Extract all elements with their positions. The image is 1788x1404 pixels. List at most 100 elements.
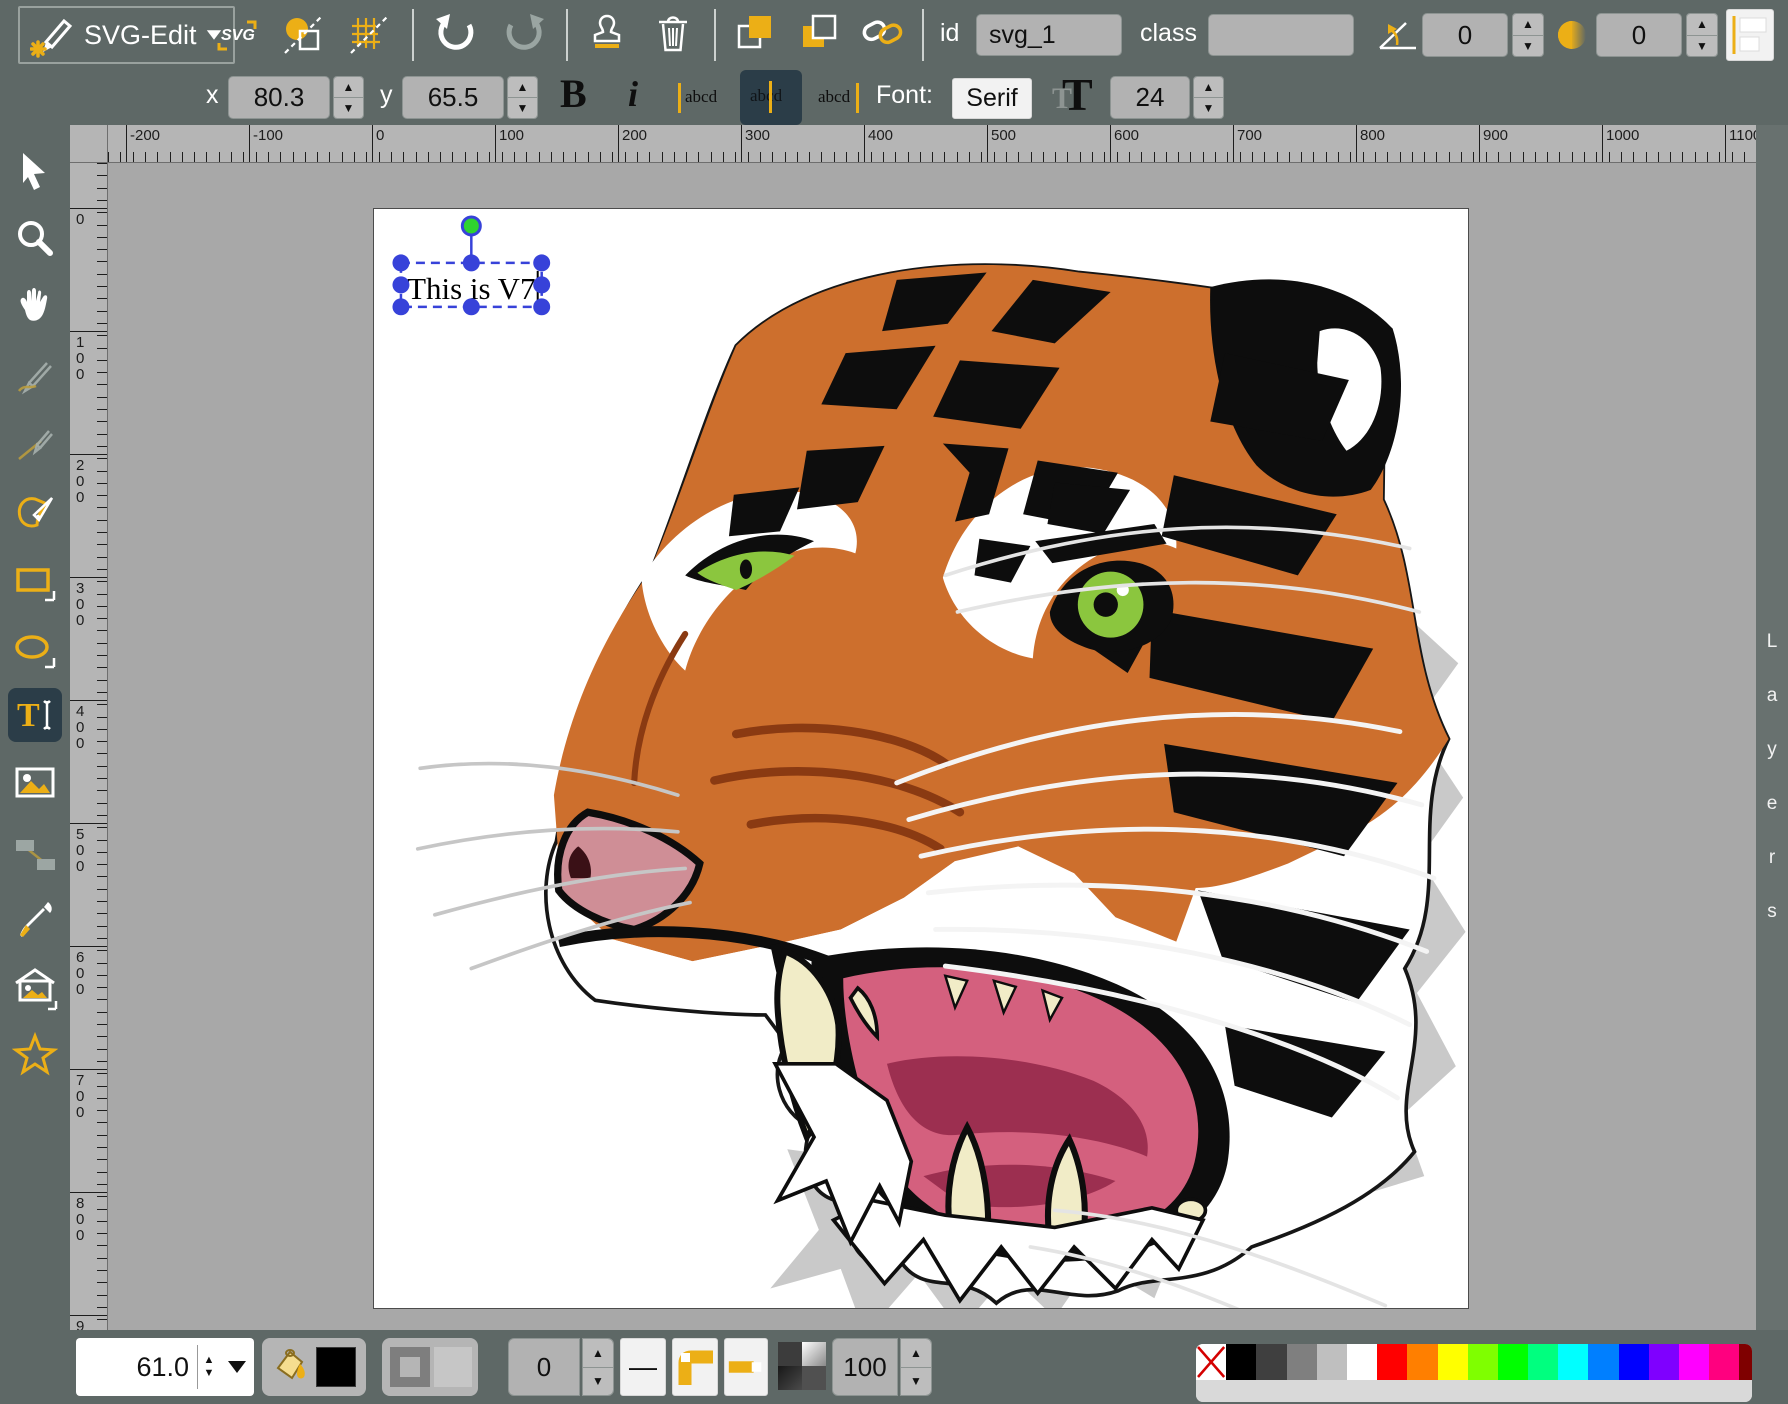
tool-rect[interactable] — [8, 555, 62, 609]
stroke-width-down-button[interactable]: ▼ — [583, 1368, 613, 1396]
tool-path[interactable] — [8, 486, 62, 540]
palette-swatch[interactable] — [1498, 1344, 1528, 1380]
make-link-button[interactable] — [858, 8, 908, 58]
stroke-color-swatch[interactable] — [390, 1347, 430, 1387]
opacity-input[interactable]: 100 — [832, 1338, 898, 1396]
undo-icon — [432, 10, 478, 56]
zoom-spinner[interactable]: ▲▼ — [198, 1354, 220, 1380]
zoom-preset-dropdown[interactable] — [220, 1361, 254, 1373]
y-down-button[interactable]: ▼ — [508, 98, 537, 118]
linecap-button[interactable] — [724, 1338, 768, 1396]
opacity-down-button[interactable]: ▼ — [901, 1368, 931, 1396]
clone-button[interactable] — [582, 8, 632, 58]
italic-button[interactable]: i — [628, 73, 638, 115]
stroke-color-control[interactable] — [382, 1338, 478, 1396]
blur-down-button[interactable]: ▼ — [1687, 36, 1717, 57]
align-panel-button[interactable] — [1726, 9, 1774, 61]
pencil-icon — [13, 355, 57, 399]
blur-up-button[interactable]: ▲ — [1687, 14, 1717, 36]
fill-color-swatch[interactable] — [316, 1347, 356, 1387]
palette-swatch[interactable] — [1558, 1344, 1588, 1380]
stroke-width-up-button[interactable]: ▲ — [583, 1339, 613, 1368]
wireframe-mode-button[interactable] — [278, 10, 328, 60]
palette-swatch[interactable] — [1619, 1344, 1649, 1380]
x-down-button[interactable]: ▼ — [334, 98, 363, 118]
h-ruler-label: 200 — [622, 127, 647, 144]
font-size-input[interactable]: 24 — [1110, 76, 1190, 119]
x-coordinate-input[interactable]: 80.3 — [228, 76, 330, 119]
tool-shape-library[interactable] — [8, 961, 62, 1015]
tool-image[interactable] — [8, 756, 62, 810]
palette-swatch[interactable] — [1709, 1344, 1739, 1380]
element-id-input[interactable] — [976, 14, 1122, 56]
app-title: SVG-Edit — [84, 20, 197, 51]
tool-pencil[interactable] — [8, 350, 62, 404]
layers-title-char: e — [1756, 777, 1788, 831]
stroke-dash-dropdown[interactable]: — — [620, 1338, 666, 1396]
stroke-paint-swatch[interactable] — [434, 1347, 472, 1387]
tool-star[interactable] — [8, 1028, 62, 1082]
tool-ellipse[interactable] — [8, 622, 62, 676]
tool-zoom[interactable] — [8, 212, 62, 266]
palette-swatch[interactable] — [1528, 1344, 1558, 1380]
stroke-width-input[interactable]: 0 — [508, 1338, 580, 1396]
angle-down-button[interactable]: ▼ — [1513, 36, 1543, 57]
bold-button[interactable]: B — [560, 70, 587, 117]
zoom-control[interactable]: 61.0 ▲▼ — [76, 1338, 254, 1396]
h-ruler-label: 400 — [868, 127, 893, 144]
palette-swatch[interactable] — [1588, 1344, 1618, 1380]
text-anchor-end-button[interactable]: abcd — [812, 79, 866, 119]
tool-select[interactable] — [8, 144, 62, 198]
delete-button[interactable] — [648, 8, 698, 58]
main-menu-button[interactable]: SVG-Edit — [18, 6, 235, 64]
palette-swatch[interactable] — [1438, 1344, 1468, 1380]
move-to-top-button[interactable] — [730, 8, 780, 58]
palette-swatch[interactable] — [1256, 1344, 1286, 1380]
fill-color-control[interactable] — [262, 1338, 366, 1396]
svg-canvas[interactable]: This is V7 — [373, 208, 1469, 1309]
palette-swatch[interactable] — [1347, 1344, 1377, 1380]
palette-swatch[interactable] — [1407, 1344, 1437, 1380]
palette-swatch[interactable] — [1287, 1344, 1317, 1380]
palette-swatch-none[interactable] — [1196, 1344, 1226, 1380]
y-coordinate-input[interactable]: 65.5 — [402, 76, 504, 119]
font-family-button[interactable]: Serif — [952, 78, 1032, 119]
palette-swatch[interactable] — [1317, 1344, 1347, 1380]
y-up-button[interactable]: ▲ — [508, 77, 537, 98]
redo-button[interactable] — [500, 8, 550, 58]
grid-snap-button[interactable] — [344, 10, 394, 60]
palette-swatch[interactable] — [1739, 1344, 1752, 1380]
palette-swatch[interactable] — [1377, 1344, 1407, 1380]
tool-pan[interactable] — [8, 279, 62, 333]
tool-connector[interactable] — [8, 828, 62, 882]
v-ruler-label: 0 — [76, 212, 84, 228]
tool-line[interactable] — [8, 418, 62, 472]
zoom-value[interactable]: 61.0 — [76, 1352, 197, 1383]
palette-swatch[interactable] — [1679, 1344, 1709, 1380]
palette-scroll-strip[interactable] — [1196, 1380, 1752, 1402]
tool-text[interactable]: T — [8, 688, 62, 742]
font-size-up-button[interactable]: ▲ — [1194, 77, 1223, 98]
text-tool-icon: T — [13, 693, 57, 737]
workspace[interactable]: This is V7 — [108, 163, 1756, 1330]
font-size-down-button[interactable]: ▼ — [1194, 98, 1223, 118]
layers-panel-toggle[interactable]: Layers — [1756, 125, 1788, 1330]
x-up-button[interactable]: ▲ — [334, 77, 363, 98]
palette-swatch[interactable] — [1226, 1344, 1256, 1380]
move-to-bottom-button[interactable] — [794, 8, 844, 58]
svg-edit-app: SVG-Edit SVG — [0, 0, 1788, 1404]
angle-input[interactable]: 0 — [1422, 13, 1508, 57]
text-anchor-middle-button[interactable]: abcd — [740, 70, 802, 125]
opacity-up-button[interactable]: ▲ — [901, 1339, 931, 1368]
palette-swatch[interactable] — [1649, 1344, 1679, 1380]
source-editor-button[interactable]: SVG — [212, 10, 262, 60]
linejoin-button[interactable] — [672, 1338, 718, 1396]
undo-button[interactable] — [430, 8, 480, 58]
angle-up-button[interactable]: ▲ — [1513, 14, 1543, 36]
tiger-artwork[interactable] — [374, 209, 1468, 1308]
element-class-input[interactable] — [1208, 14, 1354, 56]
tool-eyedropper[interactable] — [8, 893, 62, 947]
text-anchor-start-button[interactable]: abcd — [678, 79, 732, 119]
palette-swatch[interactable] — [1468, 1344, 1498, 1380]
blur-input[interactable]: 0 — [1596, 13, 1682, 57]
